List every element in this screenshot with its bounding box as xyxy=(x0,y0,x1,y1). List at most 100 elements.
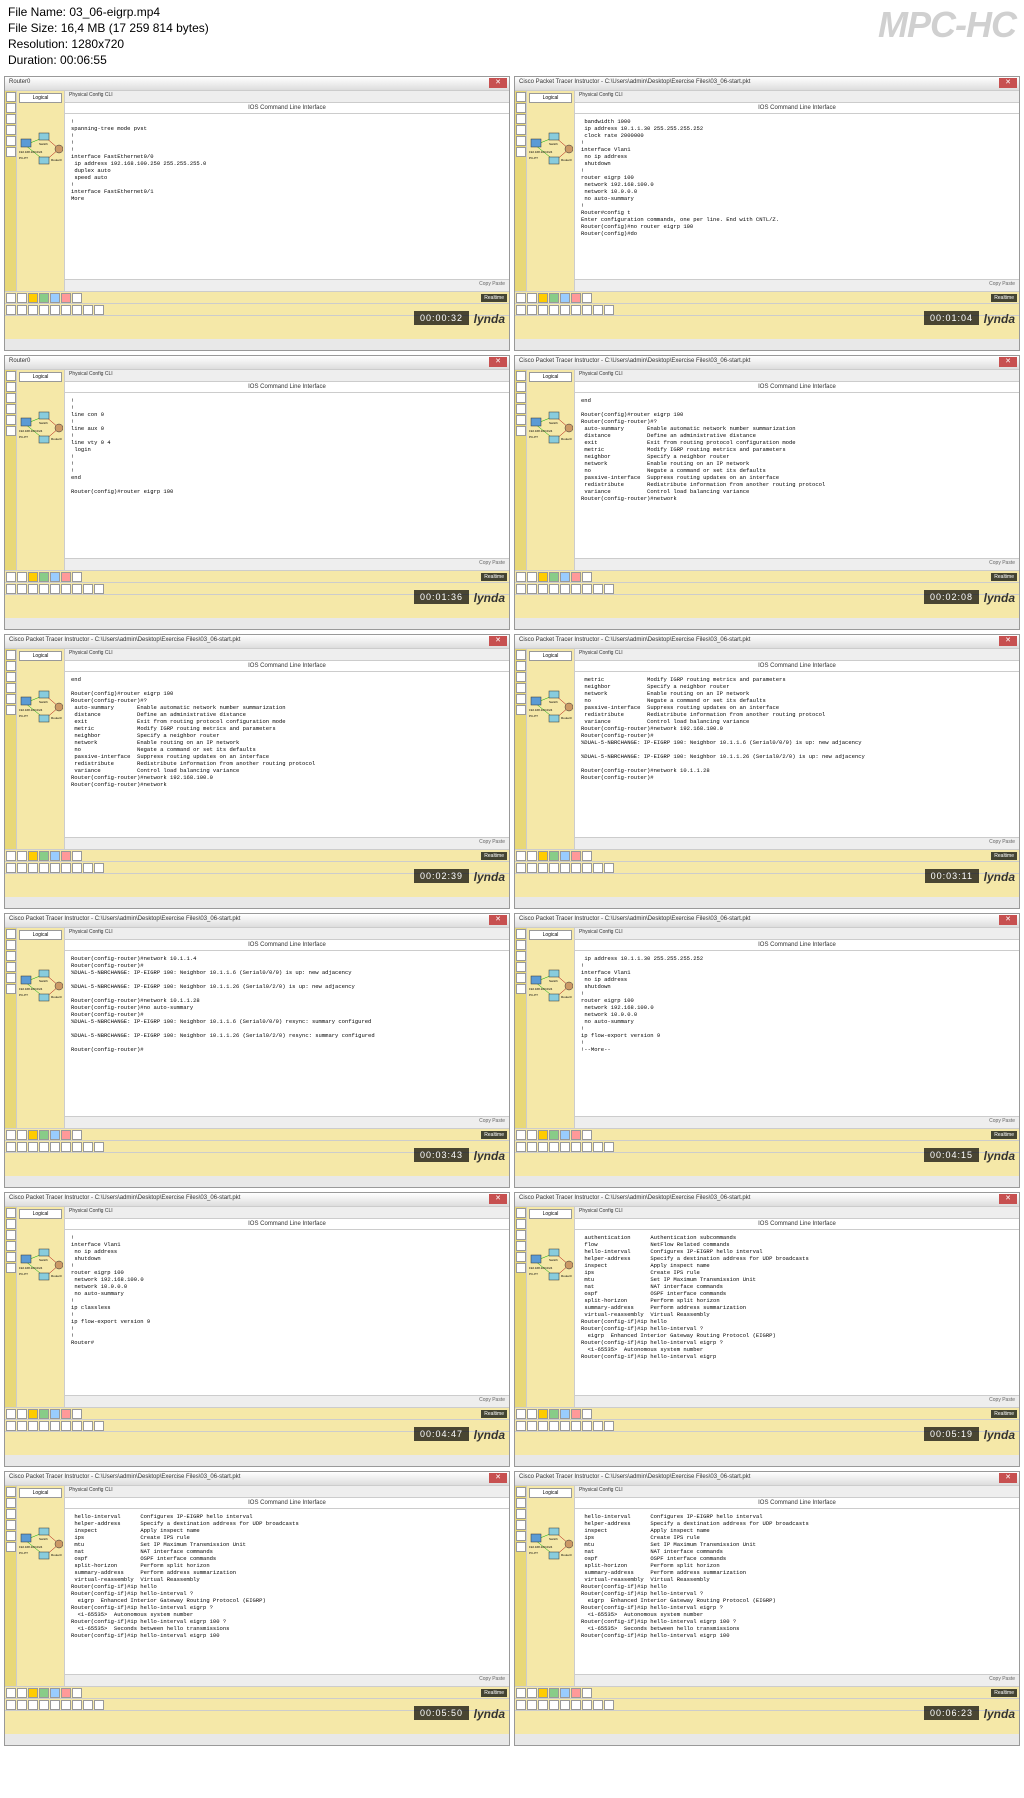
device-icon[interactable] xyxy=(17,1700,27,1710)
device-icon[interactable] xyxy=(538,1142,548,1152)
device-icon[interactable] xyxy=(17,305,27,315)
device-icon[interactable] xyxy=(538,851,548,861)
device-icon[interactable] xyxy=(582,1688,592,1698)
device-icon[interactable] xyxy=(50,851,60,861)
device-icon[interactable] xyxy=(6,293,16,303)
cli-output[interactable]: end Router(config)#router eigrp 100 Rout… xyxy=(575,393,1019,558)
device-icon[interactable] xyxy=(94,1142,104,1152)
cli-tabs[interactable]: Physical Config CLI xyxy=(575,370,1019,382)
device-icon[interactable] xyxy=(61,1421,71,1431)
tool-icon[interactable] xyxy=(6,1219,16,1229)
cli-footer[interactable]: Copy Paste xyxy=(575,279,1019,291)
tool-icon[interactable] xyxy=(6,404,16,414)
device-icon[interactable] xyxy=(516,1409,526,1419)
realtime-badge[interactable]: Realtime xyxy=(481,1410,507,1418)
tool-icon[interactable] xyxy=(6,962,16,972)
device-icon[interactable] xyxy=(549,1688,559,1698)
tool-icon[interactable] xyxy=(516,136,526,146)
device-icon[interactable] xyxy=(17,293,27,303)
tool-icon[interactable] xyxy=(6,672,16,682)
cli-output[interactable]: hello-interval Configures IP-EIGRP hello… xyxy=(575,1509,1019,1674)
device-icon[interactable] xyxy=(582,293,592,303)
tool-icon[interactable] xyxy=(6,371,16,381)
cli-footer[interactable]: Copy Paste xyxy=(575,1116,1019,1128)
device-icon[interactable] xyxy=(61,1409,71,1419)
tool-icon[interactable] xyxy=(6,1509,16,1519)
device-icon[interactable] xyxy=(549,305,559,315)
device-icon[interactable] xyxy=(516,1142,526,1152)
device-icon[interactable] xyxy=(571,1688,581,1698)
realtime-badge[interactable]: Realtime xyxy=(991,1689,1017,1697)
device-icon[interactable] xyxy=(83,1700,93,1710)
tool-icon[interactable] xyxy=(516,650,526,660)
device-icon[interactable] xyxy=(28,1688,38,1698)
cli-footer[interactable]: Copy Paste xyxy=(575,837,1019,849)
device-icon[interactable] xyxy=(72,851,82,861)
realtime-badge[interactable]: Realtime xyxy=(481,1689,507,1697)
device-icon[interactable] xyxy=(28,305,38,315)
device-icon[interactable] xyxy=(549,1421,559,1431)
device-icon[interactable] xyxy=(560,1421,570,1431)
device-icon[interactable] xyxy=(39,1700,49,1710)
device-icon[interactable] xyxy=(28,1700,38,1710)
device-icon[interactable] xyxy=(94,305,104,315)
device-icon[interactable] xyxy=(28,572,38,582)
device-icon[interactable] xyxy=(28,863,38,873)
device-icon[interactable] xyxy=(538,1409,548,1419)
logical-button[interactable]: Logical xyxy=(19,651,62,661)
realtime-badge[interactable]: Realtime xyxy=(481,294,507,302)
device-icon[interactable] xyxy=(17,1142,27,1152)
tool-icon[interactable] xyxy=(516,382,526,392)
device-icon[interactable] xyxy=(72,1409,82,1419)
device-icon[interactable] xyxy=(560,584,570,594)
tool-icon[interactable] xyxy=(516,415,526,425)
tool-icon[interactable] xyxy=(6,984,16,994)
logical-button[interactable]: Logical xyxy=(19,1209,62,1219)
device-icon[interactable] xyxy=(604,584,614,594)
device-icon[interactable] xyxy=(571,1421,581,1431)
cli-tabs[interactable]: Physical Config CLI xyxy=(575,91,1019,103)
device-icon[interactable] xyxy=(17,863,27,873)
cli-footer[interactable]: Copy Paste xyxy=(65,1395,509,1407)
logical-button[interactable]: Logical xyxy=(529,1488,572,1498)
device-icon[interactable] xyxy=(549,572,559,582)
device-icon[interactable] xyxy=(83,1142,93,1152)
logical-button[interactable]: Logical xyxy=(19,93,62,103)
device-icon[interactable] xyxy=(527,863,537,873)
device-icon[interactable] xyxy=(83,305,93,315)
device-icon[interactable] xyxy=(39,863,49,873)
device-icon[interactable] xyxy=(28,1130,38,1140)
device-icon[interactable] xyxy=(39,305,49,315)
device-icon[interactable] xyxy=(527,584,537,594)
tool-icon[interactable] xyxy=(516,371,526,381)
tool-icon[interactable] xyxy=(6,650,16,660)
device-icon[interactable] xyxy=(516,1688,526,1698)
tool-icon[interactable] xyxy=(516,1263,526,1273)
device-icon[interactable] xyxy=(94,1700,104,1710)
tool-icon[interactable] xyxy=(516,683,526,693)
tool-icon[interactable] xyxy=(516,705,526,715)
device-icon[interactable] xyxy=(560,851,570,861)
device-icon[interactable] xyxy=(593,305,603,315)
device-icon[interactable] xyxy=(50,584,60,594)
device-icon[interactable] xyxy=(72,1142,82,1152)
realtime-badge[interactable]: Realtime xyxy=(991,1131,1017,1139)
tool-icon[interactable] xyxy=(6,114,16,124)
device-icon[interactable] xyxy=(50,293,60,303)
realtime-badge[interactable]: Realtime xyxy=(481,573,507,581)
device-icon[interactable] xyxy=(538,305,548,315)
cli-footer[interactable]: Copy Paste xyxy=(575,1674,1019,1686)
device-icon[interactable] xyxy=(527,1409,537,1419)
device-icon[interactable] xyxy=(582,305,592,315)
device-icon[interactable] xyxy=(593,1421,603,1431)
device-icon[interactable] xyxy=(593,863,603,873)
tool-icon[interactable] xyxy=(6,136,16,146)
device-icon[interactable] xyxy=(50,1409,60,1419)
cli-output[interactable]: hello-interval Configures IP-EIGRP hello… xyxy=(65,1509,509,1674)
device-icon[interactable] xyxy=(604,1700,614,1710)
device-icon[interactable] xyxy=(39,1688,49,1698)
logical-button[interactable]: Logical xyxy=(529,651,572,661)
device-icon[interactable] xyxy=(61,584,71,594)
device-icon[interactable] xyxy=(17,1409,27,1419)
device-icon[interactable] xyxy=(50,1130,60,1140)
